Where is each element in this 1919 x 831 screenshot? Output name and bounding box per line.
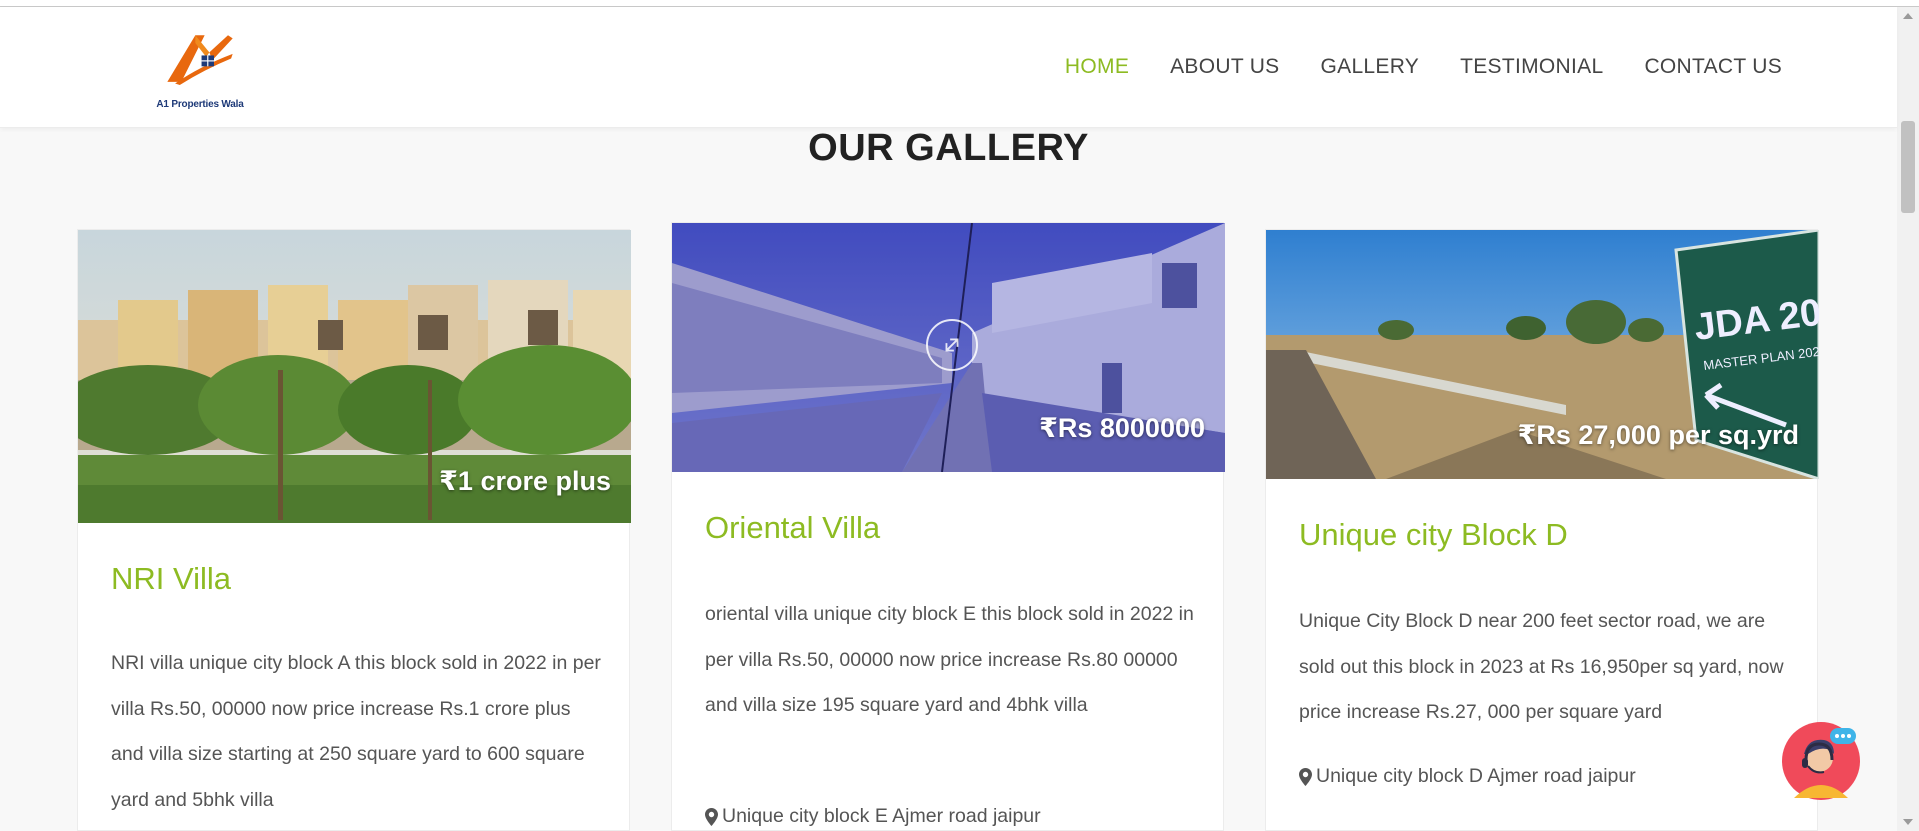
card-title[interactable]: Oriental Villa	[705, 510, 880, 546]
page-scrollbar[interactable]	[1897, 7, 1919, 831]
price-tag: ₹Rs 8000000	[1039, 413, 1205, 443]
card-location: Unique city block D Ajmer road jaipur	[1299, 765, 1636, 788]
site-logo[interactable]: A1 Properties Wala	[150, 29, 250, 119]
card-image[interactable]: ₹1 crore plus	[78, 230, 631, 523]
gallery-title: OUR GALLERY	[808, 127, 1089, 169]
card-image[interactable]: ₹Rs 8000000	[672, 223, 1225, 472]
nav-testimonial[interactable]: TESTIMONIAL	[1460, 55, 1603, 79]
map-pin-icon	[705, 807, 718, 826]
location-text: Unique city block E Ajmer road jaipur	[722, 805, 1041, 827]
price-tag: ₹Rs 27,000 per sq.yrd	[1517, 420, 1799, 450]
map-pin-icon	[1299, 767, 1312, 786]
main-nav: HOME ABOUT US GALLERY TESTIMONIAL CONTAC…	[1065, 55, 1782, 79]
scroll-down-arrow-icon[interactable]	[1903, 819, 1913, 825]
chat-support-avatar-icon	[1782, 722, 1860, 800]
price-tag: ₹1 crore plus	[439, 466, 611, 496]
card-title[interactable]: NRI Villa	[111, 561, 231, 597]
nav-about-us[interactable]: ABOUT US	[1170, 55, 1279, 79]
expand-arrows-icon	[945, 338, 959, 352]
nav-gallery[interactable]: GALLERY	[1321, 55, 1420, 79]
gallery-card-nri-villa[interactable]: ₹1 crore plus NRI Villa NRI villa unique…	[77, 229, 631, 831]
site-header: A1 Properties Wala HOME ABOUT US GALLERY…	[0, 7, 1897, 128]
expand-icon[interactable]	[926, 319, 978, 371]
nav-contact-us[interactable]: CONTACT US	[1644, 55, 1782, 79]
card-location: Unique city block E Ajmer road jaipur	[705, 805, 1041, 828]
chat-support-button[interactable]	[1780, 720, 1862, 802]
card-image[interactable]: JDA 200 FEET MASTER PLAN 2025 ROAD ₹Rs 2…	[1266, 230, 1819, 479]
card-description: Unique City Block D near 200 feet sector…	[1299, 610, 1784, 723]
nav-home[interactable]: HOME	[1065, 55, 1129, 79]
scroll-thumb[interactable]	[1901, 121, 1915, 213]
gallery-card-oriental-villa[interactable]: ₹Rs 8000000 Oriental Villa oriental vill…	[671, 222, 1225, 831]
card-description: oriental villa unique city block E this …	[705, 603, 1194, 716]
location-text: Unique city block D Ajmer road jaipur	[1316, 765, 1636, 787]
scroll-up-arrow-icon[interactable]	[1903, 13, 1913, 19]
gallery-card-unique-city-block-d[interactable]: JDA 200 FEET MASTER PLAN 2025 ROAD ₹Rs 2…	[1265, 229, 1819, 831]
card-title[interactable]: Unique city Block D	[1299, 517, 1568, 553]
logo-text: A1 Properties Wala	[156, 99, 244, 110]
card-description: NRI villa unique city block A this block…	[111, 652, 601, 811]
logo-house-icon	[167, 35, 233, 85]
browser-top-edge	[0, 0, 1919, 7]
